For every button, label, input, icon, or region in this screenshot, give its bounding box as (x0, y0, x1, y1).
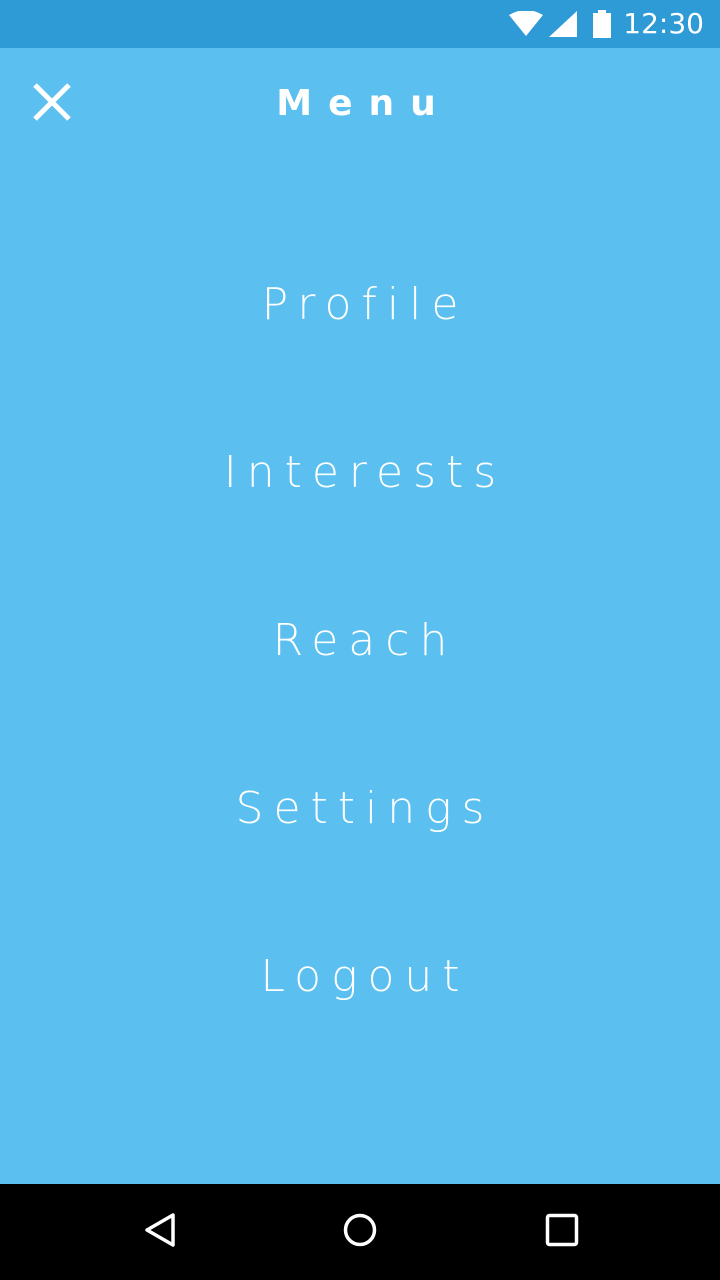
status-time: 12:30 (623, 7, 704, 40)
app-header: Menu (0, 48, 720, 160)
menu-item-settings[interactable]: Settings (0, 724, 720, 892)
menu-item-interests[interactable]: Interests (0, 388, 720, 556)
menu-item-label: Interests (223, 446, 507, 498)
home-icon (342, 1212, 378, 1252)
back-button[interactable] (130, 1202, 190, 1262)
menu-item-logout[interactable]: Logout (0, 892, 720, 1060)
home-button[interactable] (330, 1202, 390, 1262)
menu-item-label: Settings (235, 782, 495, 834)
status-icons: 12:30 (509, 0, 704, 48)
menu-list: Profile Interests Reach Settings Logout (0, 220, 720, 1060)
menu-item-reach[interactable]: Reach (0, 556, 720, 724)
battery-icon (593, 10, 612, 38)
system-nav-bar (0, 1184, 720, 1280)
signal-icon (549, 11, 578, 37)
page-title: Menu (276, 83, 452, 124)
status-bar: 12:30 (0, 0, 720, 48)
menu-item-label: Profile (261, 278, 469, 330)
wifi-icon (509, 11, 544, 37)
recents-button[interactable] (532, 1202, 592, 1262)
recents-icon (545, 1213, 579, 1251)
back-icon (143, 1212, 177, 1252)
menu-item-profile[interactable]: Profile (0, 220, 720, 388)
menu-screen: 12:30 Menu Profile Interests Reach Setti… (0, 0, 720, 1280)
menu-item-label: Reach (272, 614, 458, 666)
menu-item-label: Logout (260, 950, 470, 1002)
